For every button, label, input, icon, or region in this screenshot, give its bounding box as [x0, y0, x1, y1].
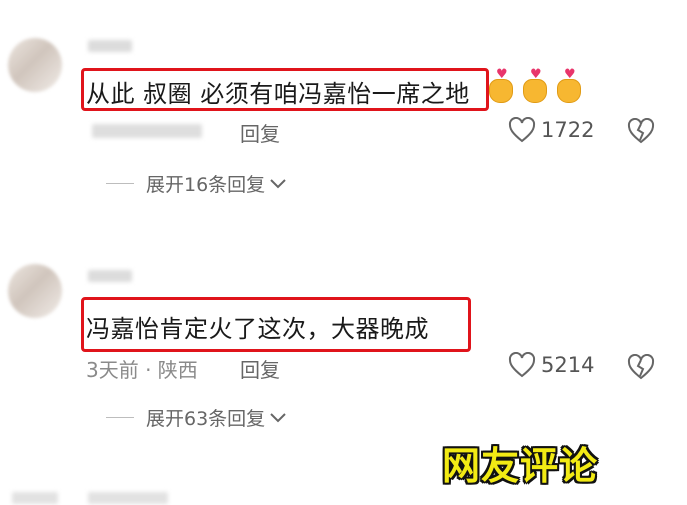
username-blurred[interactable] — [88, 270, 132, 282]
heart-hands-icon: ♥ — [556, 68, 581, 103]
comment-text: 从此 叔圈 必须有咱冯嘉怡一席之地 — [86, 80, 470, 108]
chevron-down-icon — [270, 178, 286, 188]
time-location: 3天前 · 陕西 — [86, 358, 198, 382]
broken-heart-icon — [627, 117, 655, 144]
emoji-group: ♥ ♥ ♥ — [488, 68, 581, 103]
comment-text: 冯嘉怡肯定火了这次，大器晚成 — [86, 315, 429, 343]
divider — [106, 183, 134, 184]
dislike-button[interactable] — [627, 117, 655, 148]
reply-button[interactable]: 回复 — [240, 118, 280, 147]
like-count: 1722 — [541, 118, 595, 142]
next-comment-avatar-blurred — [12, 492, 58, 504]
username-blurred[interactable] — [88, 40, 132, 52]
time-location-blurred — [92, 124, 202, 138]
divider — [106, 417, 134, 418]
like-count: 5214 — [541, 353, 595, 377]
heart-outline-icon — [508, 117, 536, 143]
like-button[interactable]: 5214 — [508, 352, 594, 378]
avatar[interactable] — [8, 38, 62, 92]
expand-replies-button[interactable]: 展开16条回复 — [106, 170, 287, 197]
chevron-down-icon — [270, 412, 286, 422]
expand-replies-label: 展开63条回复 — [146, 408, 266, 430]
heart-hands-icon: ♥ — [488, 68, 513, 103]
expand-replies-button[interactable]: 展开63条回复 — [106, 404, 287, 431]
heart-outline-icon — [508, 352, 536, 378]
like-button[interactable]: 1722 — [508, 117, 594, 143]
next-comment-username-blurred — [88, 492, 168, 504]
avatar[interactable] — [8, 264, 62, 318]
heart-hands-icon: ♥ — [522, 68, 547, 103]
reply-button[interactable]: 回复 — [240, 354, 280, 383]
overlay-caption: 网友评论 — [442, 444, 599, 488]
broken-heart-icon — [627, 353, 655, 380]
dislike-button[interactable] — [627, 353, 655, 384]
expand-replies-label: 展开16条回复 — [146, 174, 266, 196]
